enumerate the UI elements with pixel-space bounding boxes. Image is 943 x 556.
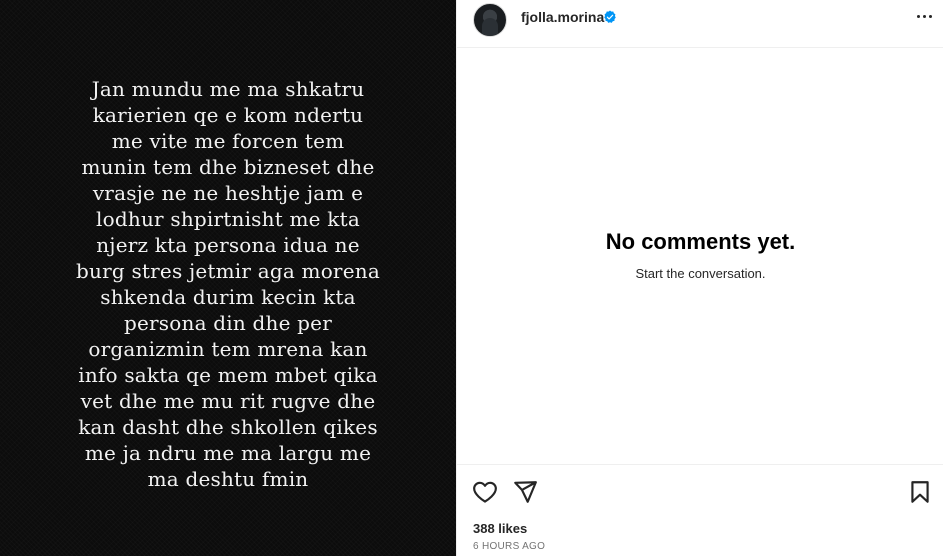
post-timestamp[interactable]: 6 HOURS AGO [473,541,545,552]
story-line: munin tem dhe bizneset dhe [81,155,375,179]
story-line: kan dasht dhe shkollen qikes [78,415,378,439]
bookmark-icon[interactable] [907,479,933,505]
story-line: lodhur shpirtnisht me kta [96,207,360,231]
dot [922,14,926,18]
post-media[interactable]: Jan mundu me ma shkatru karierien qe e k… [0,0,456,556]
story-line: karierien qe e kom ndertu [92,103,364,127]
comments-area: No comments yet. Start the conversation. [457,48,943,464]
story-line: organizmin tem mrena kan [88,337,368,361]
paper-plane-icon[interactable] [512,479,538,505]
post-header: fjolla.morina [457,0,943,48]
story-line: njerz kta persona idua ne [96,233,360,257]
story-line: info sakta qe mem mbet qika [78,363,378,387]
start-conversation-text: Start the conversation. [635,266,766,281]
story-text: Jan mundu me ma shkatru karierien qe e k… [0,76,456,492]
dot [916,14,920,18]
story-line: Jan mundu me ma shkatru [91,77,365,101]
username-link[interactable]: fjolla.morina [521,9,604,25]
post-actions: 388 likes 6 HOURS AGO [457,464,943,556]
story-line: me vite me forcen tem [111,129,345,153]
story-line: vet dhe me mu rit rugve dhe [80,389,376,413]
story-line: burg stres jetmir aga morena [76,259,380,283]
no-comments-title: No comments yet. [605,229,796,254]
story-line: persona din dhe per [124,311,332,335]
more-options-icon[interactable] [912,4,936,28]
avatar[interactable] [473,3,507,37]
story-line: vrasje ne ne heshtje jam e [92,181,364,205]
verified-badge-icon [604,10,616,23]
likes-count[interactable]: 388 likes [473,521,527,536]
story-line: ma deshtu fmin [147,467,309,491]
heart-icon[interactable] [472,479,498,505]
post-modal: Jan mundu me ma shkatru karierien qe e k… [0,0,943,556]
post-side-panel: fjolla.morina No comments yet. Start the… [456,0,943,556]
story-line: me ja ndru me ma largu me [84,441,372,465]
dot [928,14,932,18]
story-line: shkenda durim kecin kta [100,285,356,309]
